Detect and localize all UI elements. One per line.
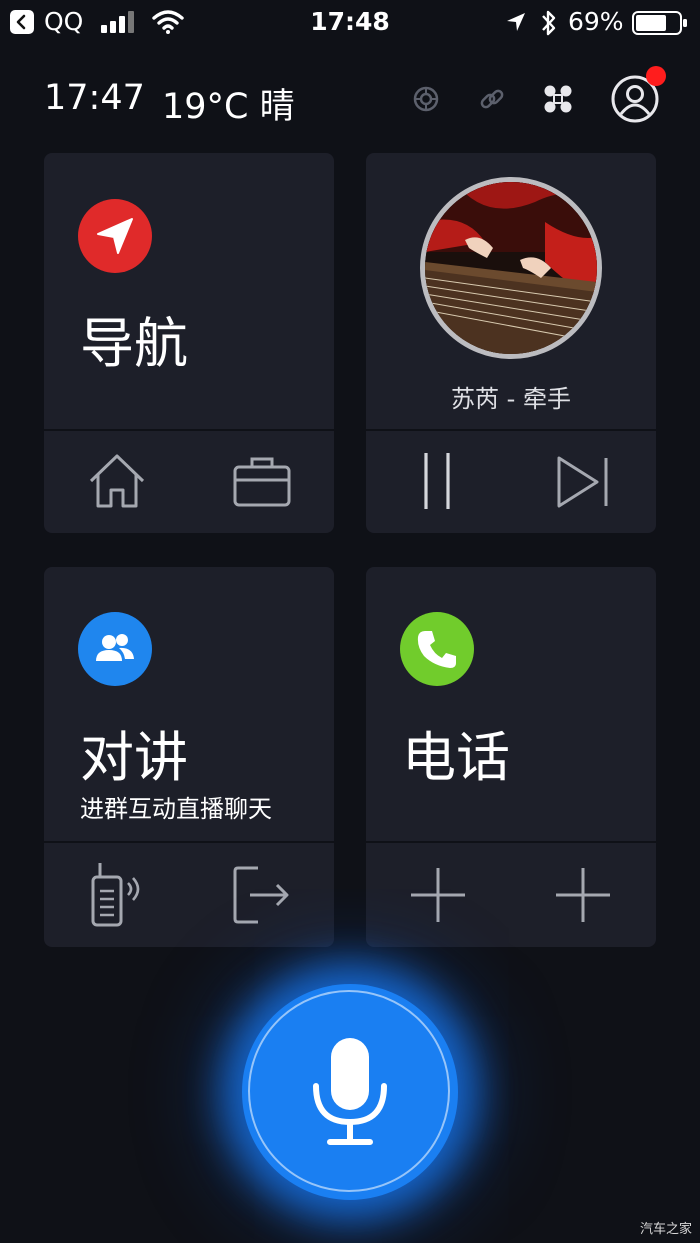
notification-dot: [646, 66, 666, 86]
navigation-card[interactable]: 导航: [44, 153, 334, 533]
header-clock: 17:47: [44, 78, 145, 118]
phone-icon: [400, 612, 474, 686]
home-icon[interactable]: [87, 453, 147, 509]
header-weather: 19°C 晴: [162, 87, 295, 127]
divider: [44, 841, 334, 843]
drone-icon[interactable]: [543, 84, 573, 114]
exit-icon[interactable]: [232, 865, 292, 925]
bluetooth-icon: [542, 10, 556, 36]
album-art[interactable]: [420, 177, 602, 359]
next-track-icon[interactable]: [556, 455, 610, 509]
microphone-icon: [313, 1038, 387, 1145]
walkie-talkie-icon[interactable]: [90, 861, 146, 929]
navigation-title: 导航: [80, 312, 188, 375]
voice-assistant-button[interactable]: [242, 984, 458, 1200]
song-title: 苏芮 - 牵手: [451, 385, 571, 413]
battery-icon: [632, 11, 687, 35]
intercom-title: 对讲: [80, 726, 188, 789]
music-card[interactable]: 苏芮 - 牵手: [366, 153, 656, 533]
intercom-card[interactable]: 对讲 进群互动直播聊天: [44, 567, 334, 947]
phone-title: 电话: [402, 726, 510, 789]
divider: [44, 429, 334, 431]
divider: [366, 429, 656, 431]
intercom-subtitle: 进群互动直播聊天: [80, 795, 272, 823]
battery-percent: 69%: [568, 7, 624, 36]
navigation-arrow-icon: [78, 199, 152, 273]
location-arrow-icon: [507, 13, 525, 31]
tire-icon[interactable]: [413, 86, 439, 112]
add-contact-2-icon[interactable]: [555, 867, 611, 923]
status-bar: QQ 17:48 69%: [0, 0, 700, 46]
user-profile-button[interactable]: [610, 66, 666, 124]
link-icon[interactable]: [478, 85, 506, 113]
briefcase-icon[interactable]: [232, 455, 292, 507]
group-users-icon: [78, 612, 152, 686]
pause-icon[interactable]: [422, 451, 452, 511]
guzheng-player-image: [425, 182, 597, 354]
add-contact-1-icon[interactable]: [410, 867, 466, 923]
divider: [366, 841, 656, 843]
watermark: 汽车之家: [639, 1222, 692, 1237]
phone-card[interactable]: 电话: [366, 567, 656, 947]
